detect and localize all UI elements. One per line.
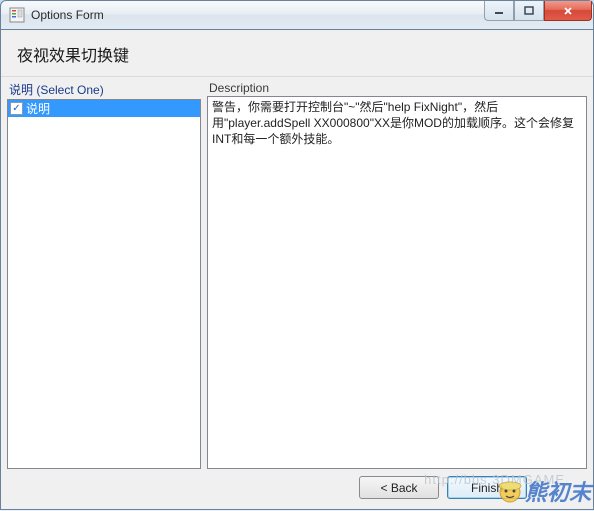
list-item[interactable]: ✓ 说明 (8, 100, 200, 117)
maximize-button[interactable] (514, 1, 544, 21)
button-row: < Back Finish (359, 476, 527, 499)
page-heading: 夜视效果切换键 (1, 30, 593, 77)
description-label: Description (207, 81, 587, 96)
option-list-panel: 说明 (Select One) ✓ 说明 (7, 81, 201, 469)
app-icon (9, 7, 25, 23)
description-panel: Description 警告，你需要打开控制台"~"然后"help FixNig… (207, 81, 587, 469)
option-listbox[interactable]: ✓ 说明 (7, 99, 201, 469)
description-textbox[interactable]: 警告，你需要打开控制台"~"然后"help FixNight"，然后 用"pla… (207, 96, 587, 469)
checkbox-icon[interactable]: ✓ (10, 102, 23, 115)
watermark-text: 熊初末 (525, 475, 591, 507)
window-controls (484, 1, 592, 21)
option-list-label: 说明 (Select One) (7, 81, 201, 99)
window-body: 夜视效果切换键 说明 (Select One) ✓ 说明 Description… (0, 30, 594, 510)
back-button[interactable]: < Back (359, 476, 439, 499)
content-area: 说明 (Select One) ✓ 说明 Description 警告，你需要打… (1, 77, 593, 469)
list-item-label: 说明 (26, 100, 50, 117)
window-title: Options Form (31, 8, 104, 22)
titlebar[interactable]: Options Form (0, 0, 594, 30)
minimize-button[interactable] (484, 1, 514, 21)
close-button[interactable] (544, 1, 592, 21)
finish-button[interactable]: Finish (447, 476, 527, 499)
